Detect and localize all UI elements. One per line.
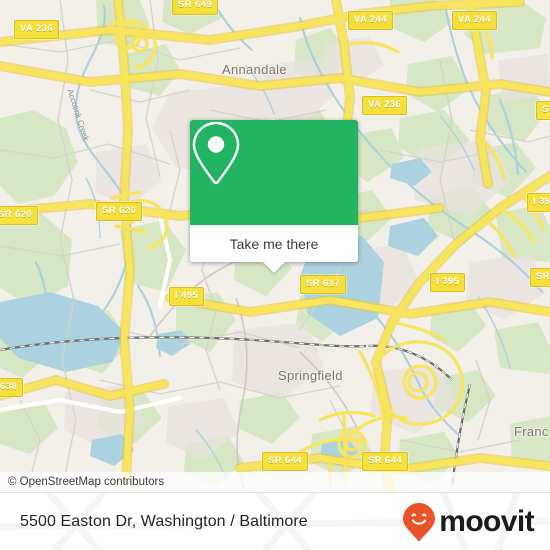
popup-pointer	[263, 262, 285, 273]
highway-shield: VA 236	[362, 96, 408, 115]
moovit-wordmark: moovit	[439, 505, 534, 538]
highway-shield: SR 620	[96, 202, 143, 221]
map-attribution[interactable]: © OpenStreetMap contributors	[0, 472, 550, 492]
highway-shield: I 495	[169, 287, 205, 306]
highway-shield: VA 244	[452, 11, 498, 30]
moovit-pin-icon	[403, 503, 436, 541]
highway-shield: I 395	[430, 273, 466, 292]
map-canvas[interactable]: Annandale Springfield Franc Accotink Cre…	[0, 0, 550, 492]
destination-popup[interactable]: Take me there	[190, 120, 358, 273]
address-footer-bar: 5500 Easton Dr, Washington / Baltimore m…	[0, 492, 550, 550]
highway-shield: VA 236	[14, 20, 60, 39]
moovit-logo[interactable]: moovit	[402, 502, 535, 542]
highway-shield: SR 644	[262, 452, 309, 471]
take-me-there-button[interactable]: Take me there	[190, 225, 358, 273]
highway-shield: S	[536, 101, 550, 120]
highway-shield: 638	[0, 378, 24, 397]
moovit-map-screen: Annandale Springfield Franc Accotink Cre…	[0, 0, 550, 550]
highway-shield: SR 617	[300, 275, 347, 294]
address-label: 5500 Easton Dr, Washington / Baltimore	[20, 513, 308, 530]
popup-header	[190, 120, 358, 225]
highway-shield: SR	[530, 268, 550, 287]
highway-shield: SR 644	[362, 452, 409, 471]
highway-shield: SR 649	[172, 0, 219, 15]
highway-shield: I 39	[527, 193, 550, 212]
highway-shield: VA 244	[348, 11, 394, 30]
take-me-there-label: Take me there	[229, 235, 319, 252]
map-pin-icon	[192, 121, 240, 185]
highway-shield: SR 620	[0, 206, 39, 225]
